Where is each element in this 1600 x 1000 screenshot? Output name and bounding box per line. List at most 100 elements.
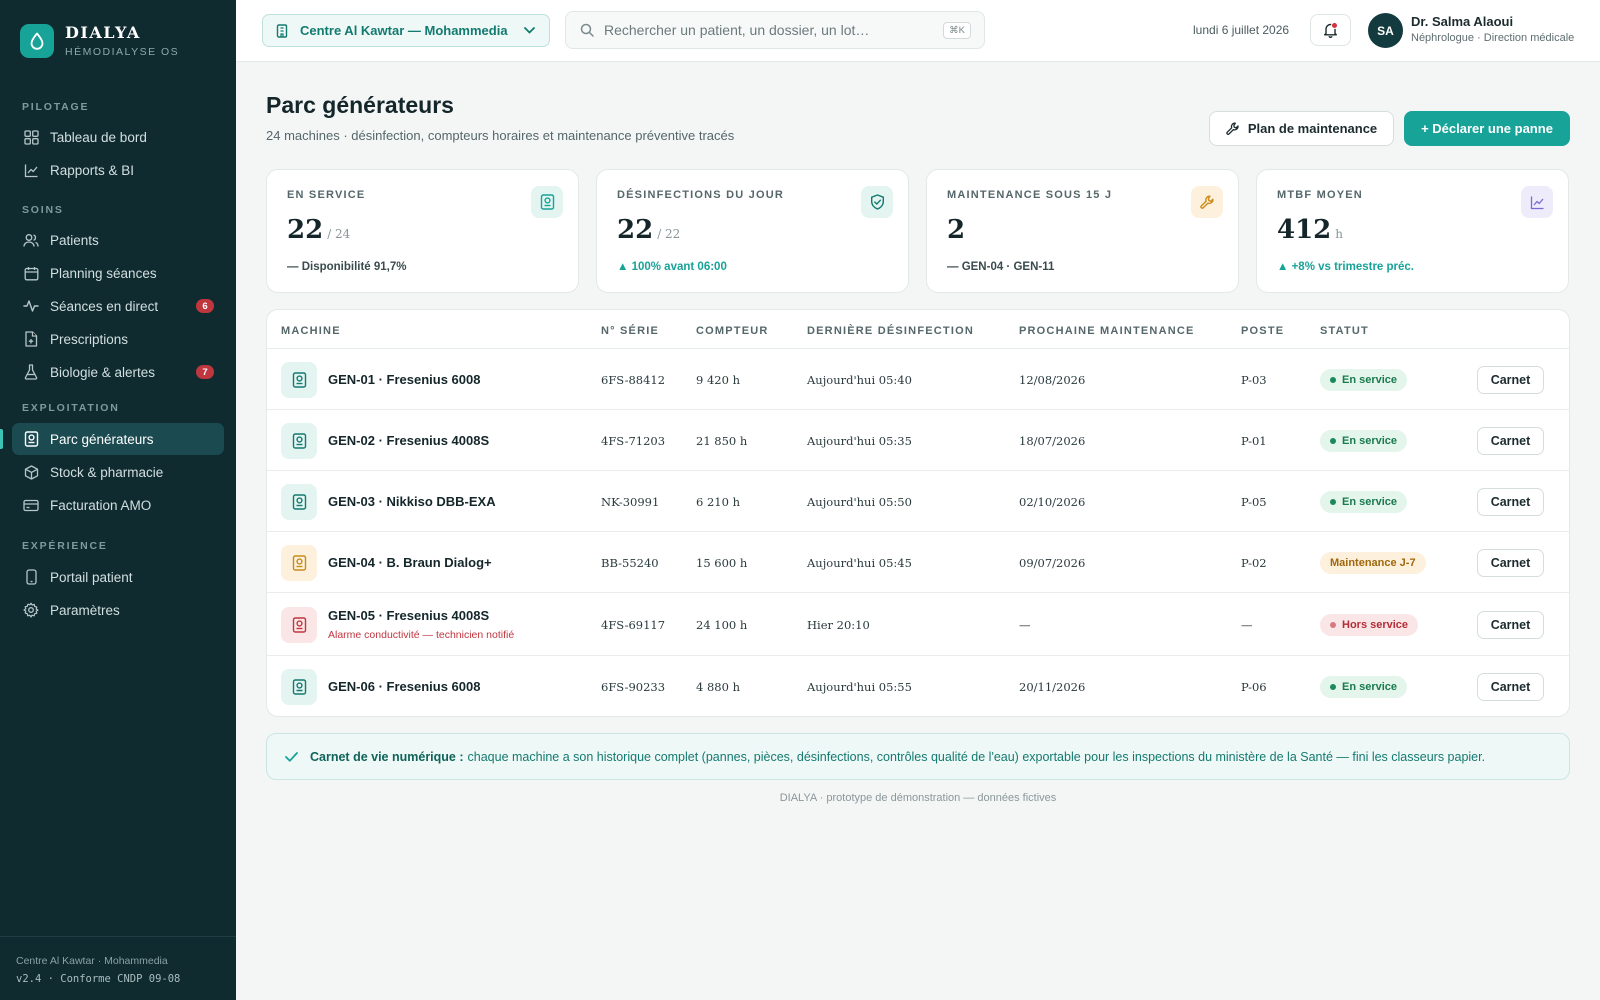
sidebar-item-biologie-alertes[interactable]: Biologie & alertes 7 [12,356,224,388]
drop-icon [20,24,54,58]
sidebar-item-planning-seances[interactable]: Planning séances [12,257,224,289]
status-badge: Hors service [1320,613,1419,636]
kpi-label: MTBF MOYEN [1277,189,1363,201]
kpi-card: MTBF MOYEN 412 h ▲ +8% vs trimestre préc. [1256,169,1569,293]
sidebar-item-parametres[interactable]: Paramètres [12,594,224,626]
carnet-button[interactable]: Carnet [1477,426,1544,455]
machine-icon [23,431,39,447]
search-box[interactable]: ⌘K [565,11,985,49]
user-name[interactable]: Dr. Salma Alaoui [1411,14,1513,29]
carnet-button[interactable]: Carnet [1477,365,1544,394]
declare-failure-button[interactable]: + Déclarer une panne [1404,111,1570,146]
post: P-03 [1241,372,1267,387]
wrench-icon [1191,186,1223,218]
carnet-button[interactable]: Carnet [1477,610,1544,639]
next-maintenance: 02/10/2026 [1019,494,1086,509]
brand[interactable]: DIALYA HÉMODIALYSE OS [20,24,179,58]
machine-alert: Alarme conductivité — technicien notifié [328,628,515,641]
machine-icon [281,483,317,520]
serial-number: 4FS-71203 [601,433,666,448]
status-label: Maintenance J-7 [1330,556,1416,569]
check-icon [285,751,298,762]
nav-section-2: EXPLOITATION [22,402,120,414]
sidebar-item-tableau-de-bord[interactable]: Tableau de bord [12,121,224,153]
table-row[interactable]: GEN-06 · Fresenius 6008 6FS-90233 4 880 … [267,656,1569,716]
sidebar-item-portail-patient[interactable]: Portail patient [12,561,224,593]
hour-counter: 21 850 h [696,433,748,448]
kpi-footnote: — Disponibilité 91,7% [287,261,407,273]
table-row[interactable]: GEN-03 · Nikkiso DBB-EXA NK-30991 6 210 … [267,471,1569,532]
current-date: lundi 6 juillet 2026 [1193,23,1290,37]
info-banner-title: Carnet de vie numérique : [310,749,464,764]
sidebar-item-label: Planning séances [50,265,157,281]
sidebar-item-facturation-amo[interactable]: Facturation AMO [12,489,224,521]
search-input[interactable] [604,22,934,38]
serial-number: BB-55240 [601,555,659,570]
machine-name: GEN-05 · Fresenius 4008S [328,607,490,623]
machine-icon [531,186,563,218]
kpi-value: 2 [947,215,965,245]
serial-number: NK-30991 [601,494,660,509]
chevron-down-icon [524,27,535,34]
status-label: En service [1342,680,1398,693]
chart-line-icon [1521,186,1553,218]
sidebar-item-prescriptions[interactable]: Prescriptions [12,323,224,355]
sidebar-footer: Centre Al Kawtar · Mohammedia v2.4 · Con… [0,936,236,985]
hour-counter: 24 100 h [696,617,748,632]
credit-card-icon [23,497,39,513]
sidebar-item-label: Stock & pharmacie [50,464,164,480]
sidebar-item-label: Biologie & alertes [50,364,156,380]
status-badge: En service [1320,368,1408,391]
kpi-unit: h [1335,227,1344,241]
sidebar-item-stock-pharmacie[interactable]: Stock & pharmacie [12,456,224,488]
maintenance-plan-button[interactable]: Plan de maintenance [1209,111,1394,146]
last-disinfection: Hier 20:10 [807,617,870,632]
notifications-button[interactable] [1310,14,1351,46]
sidebar-item-label: Rapports & BI [50,162,135,178]
status-badge: En service [1320,675,1408,698]
last-disinfection: Aujourd'hui 05:40 [807,372,912,387]
table-row[interactable]: GEN-02 · Fresenius 4008S 4FS-71203 21 85… [267,410,1569,471]
grid-icon [23,129,39,145]
table-row[interactable]: GEN-01 · Fresenius 6008 6FS-88412 9 420 … [267,349,1569,410]
table-row[interactable]: GEN-05 · Fresenius 4008S Alarme conducti… [267,593,1569,656]
sidebar-item-seances-en-direct[interactable]: Séances en direct 6 [12,290,224,322]
notification-dot [1331,22,1338,29]
carnet-button[interactable]: Carnet [1477,548,1544,577]
status-badge: En service [1320,490,1408,513]
status-dot [1330,376,1336,383]
kpi-card: MAINTENANCE SOUS 15 J 2 — GEN-04 · GEN-1… [926,169,1239,293]
column-header: POSTE [1241,325,1285,337]
kpi-card: EN SERVICE 22/ 24 — Disponibilité 91,7% [266,169,579,293]
nav-section-0: PILOTAGE [22,101,90,113]
machine-icon [281,544,317,581]
serial-number: 6FS-88412 [601,372,666,387]
avatar[interactable]: SA [1368,13,1403,48]
post: — [1241,617,1253,632]
kpi-value: 412 h [1277,215,1343,245]
column-header: MACHINE [281,325,341,337]
kpi-value: 22/ 24 [287,215,350,245]
calendar-icon [23,265,39,281]
brand-subtitle: HÉMODIALYSE OS [65,46,180,58]
sidebar-item-label: Patients [50,232,99,248]
carnet-button[interactable]: Carnet [1477,487,1544,516]
sidebar-item-patients[interactable]: Patients [12,224,224,256]
last-disinfection: Aujourd'hui 05:35 [807,433,912,448]
machine-icon [281,606,317,643]
center-select[interactable]: Centre Al Kawtar — Mohammedia [262,14,550,47]
table-row[interactable]: GEN-04 · B. Braun Dialog+ BB-55240 15 60… [267,532,1569,593]
kpi-footnote: — GEN-04 · GEN-11 [947,261,1055,273]
machine-icon [281,422,317,459]
sidebar-item-label: Paramètres [50,602,120,618]
column-header: N° SÉRIE [601,325,660,337]
carnet-button[interactable]: Carnet [1477,672,1544,701]
footer-version: v2.4 · Conforme CNDP 09-08 [16,973,181,985]
active-indicator [0,429,3,449]
sidebar-item-parc-generateurs[interactable]: Parc générateurs [12,423,224,455]
status-badge: Maintenance J-7 [1320,551,1426,574]
column-header: PROCHAINE MAINTENANCE [1019,325,1195,337]
sidebar-item-rapports-bi[interactable]: Rapports & BI [12,154,224,186]
page-title: Parc générateurs [266,92,454,118]
file-plus-icon [23,331,39,347]
